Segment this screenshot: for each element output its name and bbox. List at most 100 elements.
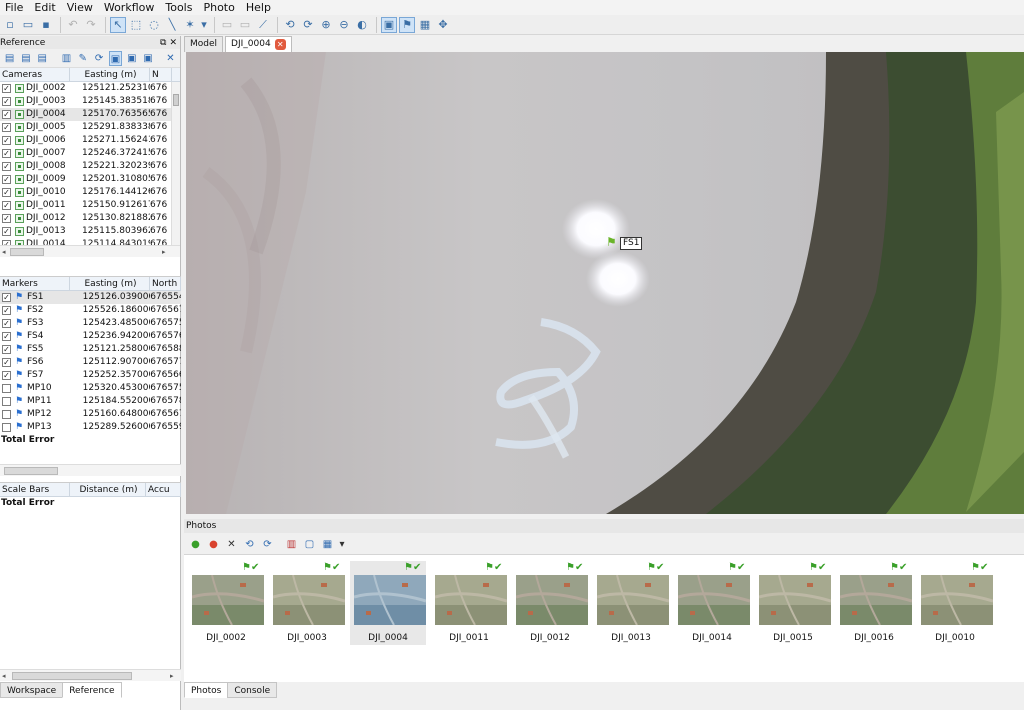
- tab-reference[interactable]: Reference: [62, 682, 122, 698]
- markers-hscrollbar[interactable]: [0, 464, 181, 476]
- rotate-right-icon[interactable]: ⟳: [260, 537, 275, 552]
- menu-view[interactable]: View: [62, 0, 99, 15]
- paste-icon[interactable]: ▭: [237, 17, 253, 33]
- row-checkbox[interactable]: [2, 397, 11, 406]
- col-cameras[interactable]: Cameras: [0, 68, 70, 81]
- free-form-selection-icon[interactable]: ◌: [146, 17, 162, 33]
- row-checkbox[interactable]: ✓: [2, 97, 11, 106]
- rotate-left-icon[interactable]: ⟲: [282, 17, 298, 33]
- brightness-icon[interactable]: ◐: [354, 17, 370, 33]
- menu-photo[interactable]: Photo: [198, 0, 240, 15]
- menu-help[interactable]: Help: [241, 0, 277, 15]
- table-row[interactable]: ✓ DJI_0002 125121.252310 676: [0, 82, 180, 95]
- marker-pin-icon[interactable]: ⚑: [606, 236, 617, 248]
- rotate-left-icon[interactable]: ⟲: [242, 537, 257, 552]
- thumbnails-grid-icon[interactable]: ▦: [417, 17, 433, 33]
- col-easting[interactable]: Easting (m): [70, 68, 150, 81]
- row-checkbox[interactable]: [2, 410, 11, 419]
- row-checkbox[interactable]: ✓: [2, 293, 11, 302]
- photo-viewer[interactable]: ⚑ FS1: [186, 52, 1024, 514]
- photo-thumbnail[interactable]: ⚑✔ DJI_0015: [755, 561, 831, 645]
- row-checkbox[interactable]: ✓: [2, 345, 11, 354]
- tab-photos[interactable]: Photos: [184, 682, 229, 698]
- table-row[interactable]: ⚑MP13 125289.5260006765597: [0, 421, 181, 434]
- table-row[interactable]: ✓ DJI_0010 125176.144126 676: [0, 186, 180, 199]
- table-row[interactable]: ✓ ⚑FS3 125423.4850006765757: [0, 317, 181, 330]
- photo-thumbnail[interactable]: ⚑✔ DJI_0012: [512, 561, 588, 645]
- close-tab-icon[interactable]: ✕: [274, 39, 286, 50]
- rectangle-selection-icon[interactable]: ⬚: [128, 17, 144, 33]
- wrench-icon[interactable]: ✎: [76, 51, 89, 66]
- show-cameras-icon[interactable]: ▣: [381, 16, 397, 33]
- row-checkbox[interactable]: ✓: [2, 306, 11, 315]
- disable-camera-icon[interactable]: ●: [206, 537, 221, 552]
- view-errors-icon[interactable]: ▣: [141, 51, 154, 66]
- scrollbar-thumb[interactable]: [12, 672, 132, 680]
- new-file-icon[interactable]: ▫: [2, 17, 18, 33]
- copy-icon[interactable]: ▭: [219, 17, 235, 33]
- photo-thumbnail[interactable]: ⚑✔ DJI_0011: [431, 561, 507, 645]
- undock-icon[interactable]: ⧉: [160, 38, 166, 48]
- view-mode-icon[interactable]: ▦: [320, 537, 335, 552]
- table-row[interactable]: ✓ DJI_0003 125145.383518 676: [0, 95, 180, 108]
- ruler-icon[interactable]: ╲: [164, 17, 180, 33]
- filter-icon[interactable]: ▥: [284, 537, 299, 552]
- scroll-left-icon[interactable]: ◂: [2, 670, 6, 682]
- photo-thumbnail[interactable]: ⚑✔ DJI_0002: [188, 561, 264, 645]
- row-checkbox[interactable]: ✓: [2, 358, 11, 367]
- col-north[interactable]: N: [150, 68, 172, 81]
- col-scale-bars[interactable]: Scale Bars: [0, 483, 70, 496]
- redo-icon[interactable]: ↷: [83, 17, 99, 33]
- vertical-scrollbar[interactable]: [171, 82, 180, 245]
- tab-photo[interactable]: DJI_0004 ✕: [225, 36, 292, 52]
- navigation-icon[interactable]: ↖: [110, 16, 126, 33]
- table-row[interactable]: ✓ DJI_0012 125130.821882 676: [0, 212, 180, 225]
- row-checkbox[interactable]: ✓: [2, 371, 11, 380]
- show-markers-icon[interactable]: ⚑: [399, 16, 415, 33]
- scroll-right-icon[interactable]: ▸: [162, 246, 166, 258]
- update-icon[interactable]: ⟳: [92, 51, 105, 66]
- row-checkbox[interactable]: ✓: [2, 188, 11, 197]
- row-checkbox[interactable]: ✓: [2, 162, 11, 171]
- menu-file[interactable]: File: [0, 0, 29, 15]
- view-source-icon[interactable]: ▣: [108, 50, 123, 66]
- row-checkbox[interactable]: ✓: [2, 175, 11, 184]
- table-row[interactable]: ✓ ⚑FS7 125252.3570006765669: [0, 369, 181, 382]
- row-checkbox[interactable]: ✓: [2, 332, 11, 341]
- scroll-right-icon[interactable]: ▸: [170, 670, 174, 682]
- table-row[interactable]: ✓ ⚑FS5 125121.2580006765888: [0, 343, 181, 356]
- col-distance[interactable]: Distance (m): [70, 483, 146, 496]
- table-row[interactable]: ✓ ⚑FS2 125526.1860006765675: [0, 304, 181, 317]
- photo-thumbnail[interactable]: ⚑✔ DJI_0014: [674, 561, 750, 645]
- table-row[interactable]: ✓ ⚑FS1 125126.0390006765545: [0, 291, 181, 304]
- table-row[interactable]: ✓ DJI_0008 125221.320239 676: [0, 160, 180, 173]
- col-north[interactable]: North: [150, 277, 181, 290]
- enable-camera-icon[interactable]: ●: [188, 537, 203, 552]
- row-checkbox[interactable]: ✓: [2, 110, 11, 119]
- row-checkbox[interactable]: ✓: [2, 319, 11, 328]
- view-estimated-icon[interactable]: ▣: [125, 51, 138, 66]
- scroll-left-icon[interactable]: ◂: [2, 246, 6, 258]
- table-row[interactable]: ✓ DJI_0014 125114.843019 676: [0, 238, 180, 245]
- tab-model[interactable]: Model: [184, 36, 224, 52]
- table-row[interactable]: ⚑MP10 125320.4530006765752: [0, 382, 181, 395]
- menu-workflow[interactable]: Workflow: [99, 0, 161, 15]
- export-icon[interactable]: ▤: [19, 51, 32, 66]
- table-row[interactable]: ✓ DJI_0005 125291.838338 676: [0, 121, 180, 134]
- convert-icon[interactable]: ▤: [36, 51, 49, 66]
- table-row[interactable]: ⚑MP11 125184.5520006765789: [0, 395, 181, 408]
- scrollbar-thumb[interactable]: [10, 248, 44, 256]
- dropdown-arrow-icon[interactable]: ▾: [200, 17, 208, 33]
- photo-thumbnail[interactable]: ⚑✔ DJI_0004: [350, 561, 426, 645]
- import-icon[interactable]: ▤: [3, 51, 16, 66]
- menu-tools[interactable]: Tools: [160, 0, 198, 15]
- row-checkbox[interactable]: ✓: [2, 136, 11, 145]
- row-checkbox[interactable]: [2, 423, 11, 432]
- close-icon[interactable]: ✕: [169, 38, 177, 48]
- table-row[interactable]: ✓ ⚑FS6 125112.9070006765773: [0, 356, 181, 369]
- table-row[interactable]: ✓ DJI_0011 125150.912617 676: [0, 199, 180, 212]
- row-checkbox[interactable]: ✓: [2, 149, 11, 158]
- table-row[interactable]: ✓ DJI_0009 125201.310805 676: [0, 173, 180, 186]
- photo-thumbnail[interactable]: ⚑✔ DJI_0003: [269, 561, 345, 645]
- row-checkbox[interactable]: ✓: [2, 84, 11, 93]
